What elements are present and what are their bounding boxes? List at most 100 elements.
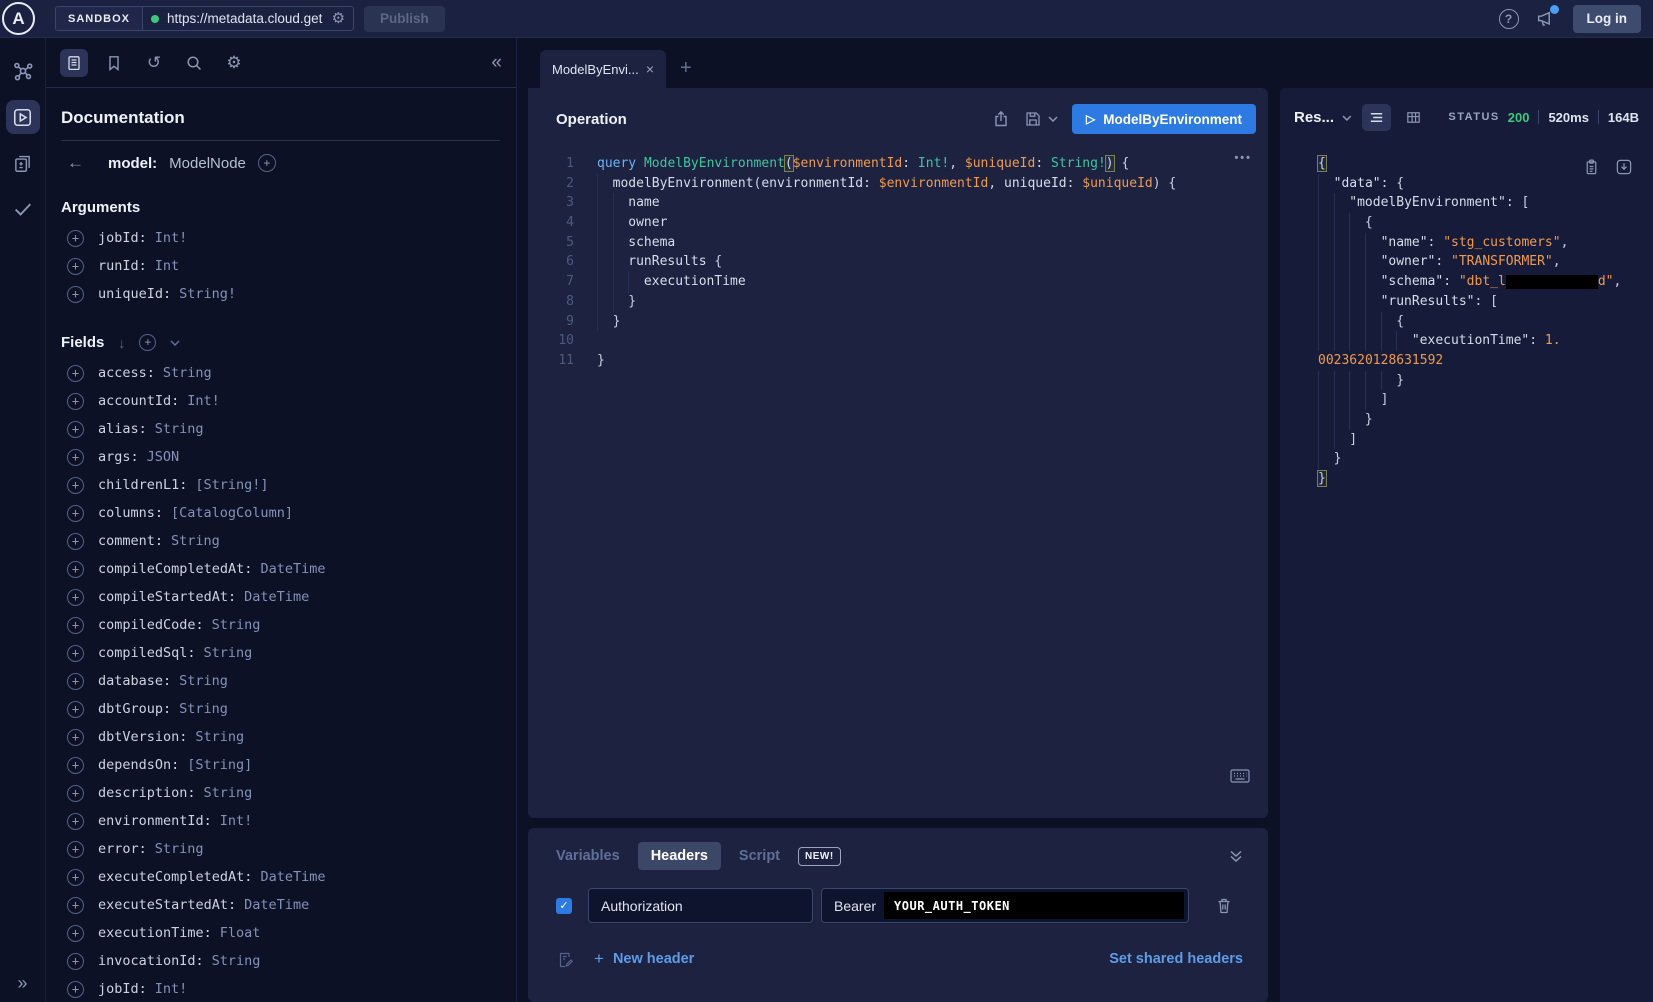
field-row[interactable]: +compiledSql:String xyxy=(61,639,500,667)
field-row[interactable]: +jobId:Int! xyxy=(61,224,500,252)
publish-button[interactable]: Publish xyxy=(364,6,445,32)
add-to-query-icon[interactable]: + xyxy=(67,729,84,746)
field-type[interactable]: Int! xyxy=(155,230,188,246)
field-row[interactable]: +dbtVersion:String xyxy=(61,723,500,751)
new-tab-icon[interactable]: + xyxy=(680,57,692,80)
field-row[interactable]: +compileStartedAt:DateTime xyxy=(61,583,500,611)
field-type[interactable]: Int! xyxy=(220,813,253,829)
changelog-icon[interactable] xyxy=(6,146,40,180)
field-row[interactable]: +alias:String xyxy=(61,415,500,443)
field-type[interactable]: String xyxy=(179,701,228,717)
keyboard-shortcuts-icon[interactable] xyxy=(1230,768,1250,784)
field-type[interactable]: String xyxy=(155,421,204,437)
field-type[interactable]: [String] xyxy=(187,757,252,773)
field-row[interactable]: +args:JSON xyxy=(61,443,500,471)
field-type[interactable]: String xyxy=(155,841,204,857)
tab-variables[interactable]: Variables xyxy=(556,848,620,864)
header-value-input[interactable]: Bearer YOUR_AUTH_TOKEN xyxy=(821,888,1189,923)
add-to-query-icon[interactable]: + xyxy=(67,286,84,303)
add-to-query-icon[interactable]: + xyxy=(67,393,84,410)
format-json-icon[interactable] xyxy=(1362,104,1391,131)
new-header-button[interactable]: + New header xyxy=(594,949,694,969)
field-row[interactable]: +jobId:Int! xyxy=(61,975,500,1002)
field-row[interactable]: +comment:String xyxy=(61,527,500,555)
download-response-icon[interactable] xyxy=(1615,158,1633,176)
announcements-icon[interactable] xyxy=(1535,9,1555,28)
apollo-logo-icon[interactable]: A xyxy=(2,2,35,35)
field-row[interactable]: +compileCompletedAt:DateTime xyxy=(61,555,500,583)
format-table-icon[interactable] xyxy=(1399,104,1428,131)
add-to-query-icon[interactable]: + xyxy=(67,477,84,494)
add-to-query-icon[interactable]: + xyxy=(67,589,84,606)
chevron-down-icon[interactable] xyxy=(170,340,180,346)
field-row[interactable]: +invocationId:String xyxy=(61,947,500,975)
field-row[interactable]: +executeStartedAt:DateTime xyxy=(61,891,500,919)
save-options-chevron-icon[interactable] xyxy=(1048,116,1058,122)
breadcrumb-type[interactable]: ModelNode xyxy=(169,155,246,172)
field-type[interactable]: String xyxy=(163,365,212,381)
field-row[interactable]: +description:String xyxy=(61,779,500,807)
field-type[interactable]: String! xyxy=(179,286,236,302)
settings-gear-icon[interactable]: ⚙ xyxy=(220,49,248,77)
add-to-query-icon[interactable]: + xyxy=(67,533,84,550)
save-operation-icon[interactable] xyxy=(1024,110,1042,128)
field-row[interactable]: +error:String xyxy=(61,835,500,863)
environment-variables-icon[interactable] xyxy=(556,950,574,969)
add-to-query-icon[interactable]: + xyxy=(67,841,84,858)
auth-token-value[interactable]: YOUR_AUTH_TOKEN xyxy=(884,892,1184,919)
add-to-query-icon[interactable]: + xyxy=(67,757,84,774)
add-to-query-icon[interactable]: + xyxy=(67,785,84,802)
add-type-icon[interactable]: + xyxy=(258,154,276,172)
field-row[interactable]: +environmentId:Int! xyxy=(61,807,500,835)
add-to-query-icon[interactable]: + xyxy=(67,561,84,578)
set-shared-headers-link[interactable]: Set shared headers xyxy=(1109,951,1243,967)
tab-headers[interactable]: Headers xyxy=(638,842,721,870)
sort-fields-icon[interactable]: ↓ xyxy=(118,335,125,351)
add-to-query-icon[interactable]: + xyxy=(67,673,84,690)
field-row[interactable]: +childrenL1:[String!] xyxy=(61,471,500,499)
add-to-query-icon[interactable]: + xyxy=(67,365,84,382)
header-enabled-checkbox[interactable]: ✓ xyxy=(556,898,572,914)
field-type[interactable]: Int! xyxy=(155,981,188,997)
tab-modelbyenvironment[interactable]: ModelByEnvi... × xyxy=(540,50,666,88)
field-type[interactable]: [String!] xyxy=(195,477,268,493)
field-row[interactable]: +database:String xyxy=(61,667,500,695)
field-type[interactable]: DateTime xyxy=(260,869,325,885)
field-row[interactable]: +accountId:Int! xyxy=(61,387,500,415)
add-to-query-icon[interactable]: + xyxy=(67,869,84,886)
add-all-fields-icon[interactable]: + xyxy=(139,334,156,351)
collapse-docs-icon[interactable]: « xyxy=(491,52,502,74)
schema-graph-icon[interactable] xyxy=(6,54,40,88)
help-icon[interactable]: ? xyxy=(1499,9,1519,29)
login-button[interactable]: Log in xyxy=(1573,5,1642,33)
header-key-input[interactable] xyxy=(588,888,813,923)
field-row[interactable]: +executeCompletedAt:DateTime xyxy=(61,863,500,891)
editor-menu-icon[interactable]: ••• xyxy=(1234,152,1252,164)
collapse-panel-icon[interactable] xyxy=(1229,850,1243,863)
tab-script[interactable]: Script xyxy=(739,848,780,864)
field-type[interactable]: DateTime xyxy=(260,561,325,577)
add-to-query-icon[interactable]: + xyxy=(67,925,84,942)
add-to-query-icon[interactable]: + xyxy=(67,258,84,275)
add-to-query-icon[interactable]: + xyxy=(67,981,84,998)
add-to-query-icon[interactable]: + xyxy=(67,813,84,830)
field-row[interactable]: +dbtGroup:String xyxy=(61,695,500,723)
field-type[interactable]: [CatalogColumn] xyxy=(171,505,293,521)
back-arrow-icon[interactable]: ← xyxy=(67,153,84,173)
add-to-query-icon[interactable]: + xyxy=(67,230,84,247)
copy-response-icon[interactable] xyxy=(1583,158,1600,176)
field-type[interactable]: Int! xyxy=(187,393,220,409)
add-to-query-icon[interactable]: + xyxy=(67,897,84,914)
field-type[interactable]: Int xyxy=(155,258,179,274)
explorer-icon[interactable] xyxy=(6,100,40,134)
field-row[interactable]: +dependsOn:[String] xyxy=(61,751,500,779)
add-to-query-icon[interactable]: + xyxy=(67,421,84,438)
add-to-query-icon[interactable]: + xyxy=(67,701,84,718)
close-tab-icon[interactable]: × xyxy=(646,61,654,77)
field-type[interactable]: String xyxy=(195,729,244,745)
field-type[interactable]: String xyxy=(212,953,261,969)
delete-header-icon[interactable] xyxy=(1215,896,1233,915)
add-to-query-icon[interactable]: + xyxy=(67,645,84,662)
field-type[interactable]: String xyxy=(171,533,220,549)
history-icon[interactable]: ↺ xyxy=(140,49,168,77)
